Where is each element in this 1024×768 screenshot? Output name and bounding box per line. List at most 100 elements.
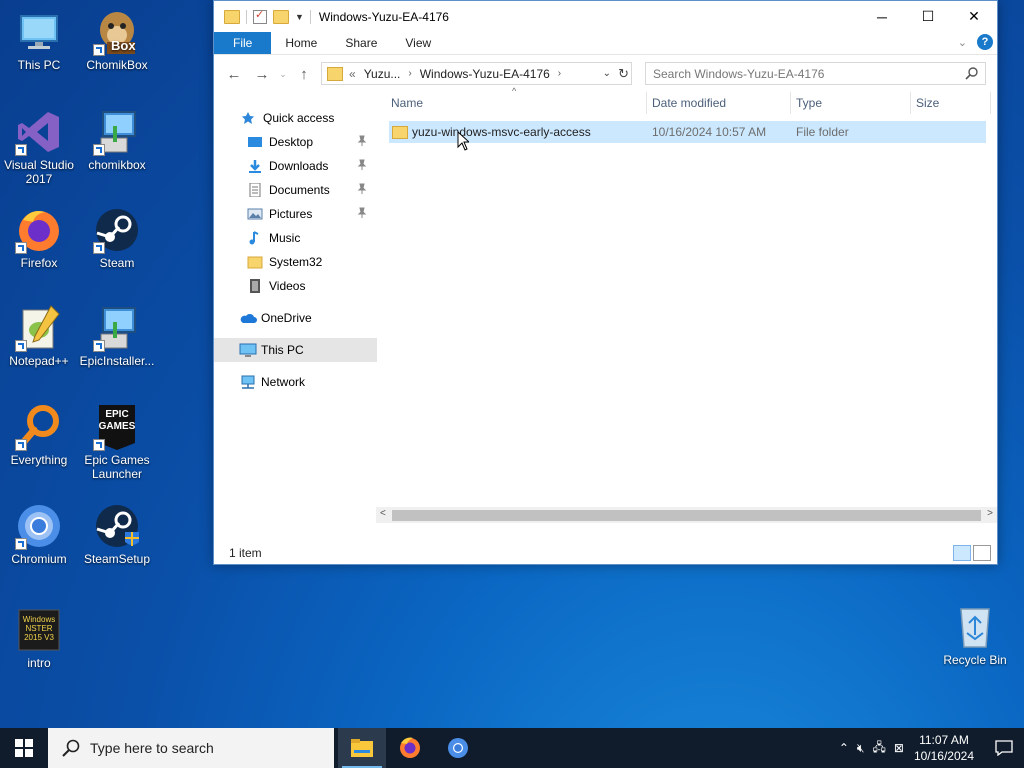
nav-item-music[interactable]: Music bbox=[214, 226, 377, 250]
window-title: Windows-Yuzu-EA-4176 bbox=[318, 9, 449, 24]
details-view-button[interactable] bbox=[953, 545, 971, 561]
desktop-icon-firefox[interactable]: Firefox bbox=[0, 206, 80, 270]
desktop-icon-label: Everything bbox=[10, 453, 68, 467]
column-header-size[interactable]: Size bbox=[916, 96, 939, 110]
address-bar[interactable]: « Yuzu... › Windows-Yuzu-EA-4176 › ⌄ ↻ bbox=[321, 62, 632, 85]
pin-icon bbox=[357, 183, 367, 194]
new-folder-icon[interactable] bbox=[273, 9, 289, 24]
notifications-button[interactable] bbox=[984, 728, 1024, 768]
nav-item-label: Quick access bbox=[263, 111, 335, 125]
desktop-icon-chomikbox[interactable]: Box ChomikBox bbox=[76, 8, 158, 72]
desktop-icon-epic-installer[interactable]: EpicInstaller... bbox=[76, 304, 158, 368]
installer-icon bbox=[93, 304, 141, 352]
column-header-name[interactable]: Name bbox=[391, 96, 423, 110]
column-header-type[interactable]: Type bbox=[796, 96, 822, 110]
large-icons-view-button[interactable] bbox=[973, 545, 991, 561]
properties-icon[interactable] bbox=[253, 8, 267, 24]
desktop-icon-epic-games[interactable]: EPIC GAMES Epic Games Launcher bbox=[76, 403, 158, 481]
minimize-button[interactable]: ─ bbox=[859, 1, 905, 32]
network-wired-icon[interactable]: 🖧︎ bbox=[868, 738, 889, 759]
nav-item-desktop[interactable]: Desktop bbox=[214, 130, 377, 154]
search-input[interactable]: Search Windows-Yuzu-EA-4176 bbox=[645, 62, 986, 85]
nav-item-videos[interactable]: Videos bbox=[214, 274, 377, 298]
desktop-icon-steam[interactable]: Steam bbox=[76, 206, 158, 270]
up-arrow-icon[interactable]: ↑ bbox=[290, 66, 318, 83]
tab-file[interactable]: File bbox=[214, 32, 272, 54]
column-divider[interactable] bbox=[790, 92, 791, 114]
nav-item-system32[interactable]: System32 bbox=[214, 250, 377, 274]
hamster-box-icon: Box bbox=[93, 8, 141, 56]
desktop-icon-notepadpp[interactable]: Notepad++ bbox=[0, 304, 80, 368]
nav-item-documents[interactable]: Documents bbox=[214, 178, 377, 202]
taskbar-app-file-explorer[interactable] bbox=[338, 728, 386, 768]
volume-muted-icon[interactable]: 🔇︎ bbox=[853, 741, 869, 756]
breadcrumb-chevron-icon[interactable]: › bbox=[558, 68, 561, 79]
scrollbar-thumb[interactable] bbox=[392, 510, 981, 521]
nav-item-onedrive[interactable]: OneDrive bbox=[214, 306, 377, 330]
nav-item-label: Downloads bbox=[269, 159, 329, 173]
column-divider[interactable] bbox=[646, 92, 647, 114]
tab-view[interactable]: View bbox=[391, 32, 445, 54]
show-hidden-icons-chevron-icon[interactable]: ⌃ bbox=[835, 741, 853, 755]
star-icon bbox=[241, 111, 257, 125]
refresh-icon[interactable]: ↻ bbox=[618, 66, 629, 82]
address-dropdown-icon[interactable]: ⌄ bbox=[603, 68, 611, 79]
clock-date: 10/16/2024 bbox=[913, 749, 974, 763]
close-button[interactable]: ✕ bbox=[951, 1, 997, 32]
breadcrumb-chevron-icon[interactable]: › bbox=[408, 68, 411, 79]
maximize-button[interactable]: ☐ bbox=[905, 1, 951, 32]
help-icon[interactable]: ? bbox=[977, 34, 993, 50]
action-center-status-icon[interactable]: ⊠ bbox=[890, 741, 908, 755]
scroll-right-arrow-icon[interactable]: > bbox=[987, 508, 993, 519]
taskbar-search-placeholder: Type here to search bbox=[90, 740, 214, 756]
desktop-icon-this-pc[interactable]: This PC bbox=[0, 8, 80, 72]
navigation-bar: ← → ⌄ ↑ « Yuzu... › Windows-Yuzu-EA-4176… bbox=[214, 54, 997, 93]
tab-home[interactable]: Home bbox=[271, 32, 331, 54]
nav-item-label: OneDrive bbox=[261, 311, 312, 325]
title-bar[interactable]: ▼ Windows-Yuzu-EA-4176 ─ ☐ ✕ bbox=[214, 1, 997, 32]
breadcrumb-item[interactable]: Windows-Yuzu-EA-4176 bbox=[420, 67, 550, 81]
desktop-icon-visual-studio[interactable]: Visual Studio 2017 bbox=[0, 108, 80, 186]
desktop-icon-everything[interactable]: Everything bbox=[0, 403, 80, 467]
epic-logo-text: EPIC GAMES bbox=[98, 409, 136, 432]
tab-share[interactable]: Share bbox=[331, 32, 391, 54]
taskbar-search-input[interactable]: Type here to search bbox=[48, 728, 334, 768]
start-button[interactable] bbox=[0, 728, 48, 768]
expand-ribbon-icon[interactable]: ⌄ bbox=[958, 36, 967, 49]
window-controls: ─ ☐ ✕ bbox=[859, 1, 997, 32]
nav-item-downloads[interactable]: Downloads bbox=[214, 154, 377, 178]
taskbar-app-firefox[interactable] bbox=[386, 728, 434, 768]
pin-icon bbox=[357, 207, 367, 218]
nav-item-pictures[interactable]: Pictures bbox=[214, 202, 377, 226]
nav-item-this-pc[interactable]: This PC bbox=[214, 338, 377, 362]
video-thumb-icon: Windows NSTER 2015 V3 bbox=[15, 606, 63, 654]
column-divider[interactable] bbox=[990, 92, 991, 114]
desktop-icon-steam-setup[interactable]: SteamSetup bbox=[76, 502, 158, 566]
clock[interactable]: 11:07 AM 10/16/2024 bbox=[908, 732, 984, 764]
horizontal-scrollbar[interactable]: < > bbox=[376, 507, 997, 523]
recent-locations-chevron-icon[interactable]: ⌄ bbox=[276, 69, 290, 80]
desktop-icon-label: EpicInstaller... bbox=[79, 354, 155, 368]
desktop-icon-intro[interactable]: Windows NSTER 2015 V3 intro bbox=[0, 606, 80, 670]
breadcrumb-item[interactable]: Yuzu... bbox=[364, 67, 401, 81]
table-row[interactable]: yuzu-windows-msvc-early-access 10/16/202… bbox=[389, 121, 986, 143]
scroll-left-arrow-icon[interactable]: < bbox=[380, 508, 386, 519]
folder-icon bbox=[327, 66, 343, 81]
column-divider[interactable] bbox=[910, 92, 911, 114]
desktop-icon-recycle-bin[interactable]: Recycle Bin bbox=[934, 603, 1016, 667]
back-arrow-icon[interactable]: ← bbox=[220, 66, 248, 83]
breadcrumb-overflow[interactable]: « bbox=[349, 67, 356, 81]
pin-icon bbox=[357, 159, 367, 170]
nav-item-label: Pictures bbox=[269, 207, 313, 221]
nav-item-network[interactable]: Network bbox=[214, 370, 377, 394]
nav-item-quick-access[interactable]: Quick access bbox=[214, 106, 377, 130]
desktop-icon-chromium[interactable]: Chromium bbox=[0, 502, 80, 566]
forward-arrow-icon[interactable]: → bbox=[248, 66, 276, 83]
customize-toolbar-dropdown-icon[interactable]: ▼ bbox=[295, 12, 304, 22]
column-header-date-modified[interactable]: Date modified bbox=[652, 96, 726, 110]
desktop-icon-chomikbox-installer[interactable]: chomikbox bbox=[76, 108, 158, 172]
view-switcher bbox=[953, 545, 991, 561]
taskbar-app-chromium[interactable] bbox=[434, 728, 482, 768]
music-note-icon bbox=[247, 231, 263, 245]
visual-studio-icon bbox=[15, 108, 63, 156]
